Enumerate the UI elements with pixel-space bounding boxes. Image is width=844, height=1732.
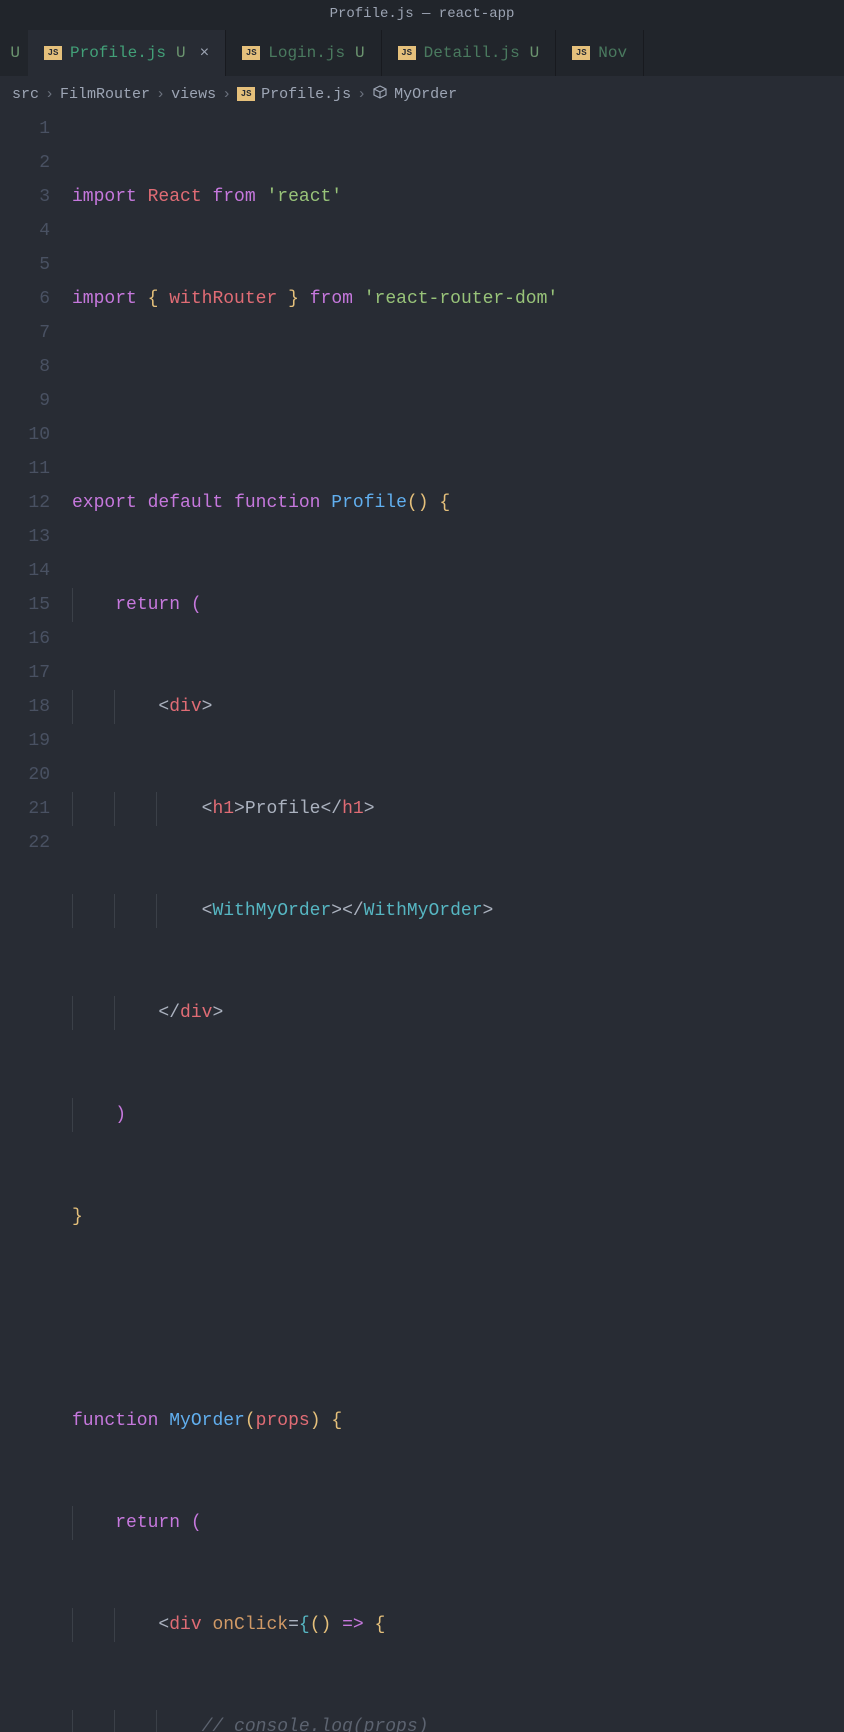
js-icon: JS <box>572 46 590 60</box>
breadcrumb-item[interactable]: MyOrder <box>394 86 457 103</box>
code-line[interactable]: <div> <box>72 690 844 724</box>
line-number: 2 <box>0 146 50 180</box>
code-content[interactable]: import React from 'react' import { withR… <box>72 112 844 1732</box>
window-title: Profile.js — react-app <box>330 6 515 22</box>
line-number: 18 <box>0 690 50 724</box>
line-number: 6 <box>0 282 50 316</box>
line-number-gutter: 1 2 3 4 5 6 7 8 9 10 11 12 13 14 15 16 1… <box>0 112 72 1732</box>
code-line[interactable]: <div onClick={() => { <box>72 1608 844 1642</box>
tab-filename: Profile.js <box>70 44 166 62</box>
code-line[interactable]: ) <box>72 1098 844 1132</box>
line-number: 20 <box>0 758 50 792</box>
line-number: 4 <box>0 214 50 248</box>
code-line[interactable]: import { withRouter } from 'react-router… <box>72 282 844 316</box>
code-line[interactable]: return ( <box>72 1506 844 1540</box>
line-number: 8 <box>0 350 50 384</box>
code-line[interactable]: function MyOrder(props) { <box>72 1404 844 1438</box>
breadcrumb-item[interactable]: views <box>171 86 216 103</box>
breadcrumb-item[interactable]: Profile.js <box>261 86 351 103</box>
code-line[interactable]: return ( <box>72 588 844 622</box>
code-line[interactable]: <h1>Profile</h1> <box>72 792 844 826</box>
tab-bar: U JS Profile.js U × JS Login.js U JS Det… <box>0 30 844 76</box>
js-icon: JS <box>242 46 260 60</box>
tab-filename: Nov <box>598 44 627 62</box>
js-icon: JS <box>44 46 62 60</box>
line-number: 1 <box>0 112 50 146</box>
code-line[interactable]: <WithMyOrder></WithMyOrder> <box>72 894 844 928</box>
chevron-right-icon: › <box>357 86 366 103</box>
code-line[interactable]: } <box>72 1200 844 1234</box>
tab-detail[interactable]: JS Detaill.js U <box>382 30 557 76</box>
tab-status: U <box>176 44 186 62</box>
chevron-right-icon: › <box>156 86 165 103</box>
line-number: 15 <box>0 588 50 622</box>
breadcrumb[interactable]: src › FilmRouter › views › JS Profile.js… <box>0 76 844 112</box>
breadcrumb-item[interactable]: src <box>12 86 39 103</box>
line-number: 3 <box>0 180 50 214</box>
chevron-right-icon: › <box>45 86 54 103</box>
title-bar: Profile.js — react-app <box>0 0 844 30</box>
chevron-right-icon: › <box>222 86 231 103</box>
line-number: 16 <box>0 622 50 656</box>
line-number: 5 <box>0 248 50 282</box>
breadcrumb-item[interactable]: FilmRouter <box>60 86 150 103</box>
js-icon: JS <box>237 87 255 101</box>
tab-status: U <box>355 44 365 62</box>
code-editor[interactable]: 1 2 3 4 5 6 7 8 9 10 11 12 13 14 15 16 1… <box>0 112 844 1732</box>
code-line[interactable]: </div> <box>72 996 844 1030</box>
tab-login[interactable]: JS Login.js U <box>226 30 381 76</box>
line-number: 7 <box>0 316 50 350</box>
line-number: 22 <box>0 826 50 860</box>
tab-partial-left[interactable]: U <box>0 30 28 76</box>
line-number: 12 <box>0 486 50 520</box>
line-number: 10 <box>0 418 50 452</box>
tab-nov[interactable]: JS Nov <box>556 30 644 76</box>
line-number: 13 <box>0 520 50 554</box>
tab-profile[interactable]: JS Profile.js U × <box>28 30 226 76</box>
line-number: 14 <box>0 554 50 588</box>
code-line[interactable] <box>72 384 844 418</box>
line-number: 19 <box>0 724 50 758</box>
code-line[interactable]: // console.log(props) <box>72 1710 844 1732</box>
code-line[interactable] <box>72 1302 844 1336</box>
close-icon[interactable]: × <box>200 44 210 62</box>
code-line[interactable]: export default function Profile() { <box>72 486 844 520</box>
tab-filename: Detaill.js <box>424 44 520 62</box>
tab-filename: Login.js <box>268 44 345 62</box>
tab-status: U <box>530 44 540 62</box>
symbol-icon <box>372 84 388 105</box>
code-line[interactable]: import React from 'react' <box>72 180 844 214</box>
line-number: 11 <box>0 452 50 486</box>
js-icon: JS <box>398 46 416 60</box>
line-number: 17 <box>0 656 50 690</box>
line-number: 9 <box>0 384 50 418</box>
line-number: 21 <box>0 792 50 826</box>
